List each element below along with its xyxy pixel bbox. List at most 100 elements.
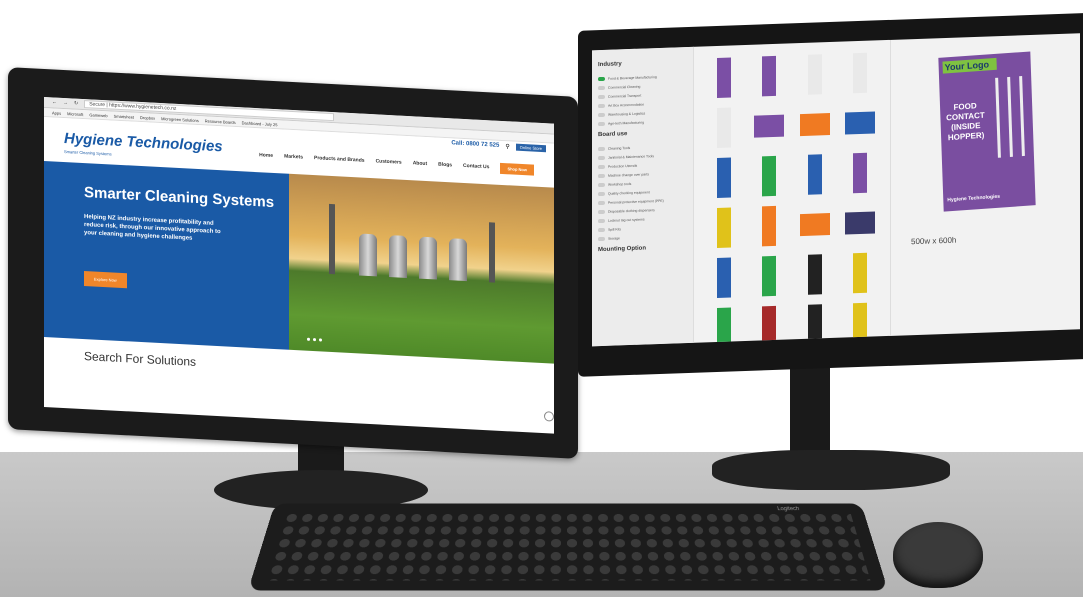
toggle-icon[interactable] — [598, 94, 605, 99]
toggle-icon[interactable] — [598, 209, 605, 214]
nav-about[interactable]: About — [413, 160, 427, 167]
left-monitor-screen: ← → ↻ Secure | https://www.hygienetech.c… — [44, 96, 554, 434]
bookmark-item[interactable]: Dropbox — [140, 114, 155, 120]
product-thumbnail[interactable] — [795, 152, 835, 197]
nav-contact[interactable]: Contact Us — [463, 163, 489, 170]
nav-home[interactable]: Home — [259, 152, 273, 159]
board-thumbnail — [853, 52, 868, 94]
silo — [358, 233, 377, 277]
forward-icon[interactable]: → — [63, 100, 68, 106]
product-thumbnail[interactable] — [704, 155, 744, 200]
search-icon[interactable]: ⚲ — [505, 143, 509, 150]
product-thumbnail[interactable] — [704, 205, 744, 250]
shop-now-button[interactable]: Shop Now — [500, 162, 534, 176]
nav-products[interactable]: Products and Brands — [314, 155, 365, 164]
toggle-icon[interactable] — [598, 85, 605, 90]
board-thumbnail — [762, 205, 777, 247]
toggle-icon[interactable] — [598, 227, 605, 232]
board-thumbnail — [762, 155, 777, 197]
silo — [388, 235, 407, 278]
toggle-icon[interactable] — [598, 103, 605, 108]
product-thumbnail[interactable] — [750, 153, 790, 198]
product-thumbnail[interactable] — [795, 252, 835, 297]
toggle-icon[interactable] — [598, 218, 605, 223]
board-thumbnail — [716, 107, 731, 148]
board-brand: Hygiene Technologies — [947, 193, 1001, 204]
power-icon[interactable] — [544, 411, 554, 422]
bookmark-item[interactable]: Apps — [52, 110, 61, 115]
board-thumbnail — [853, 302, 868, 344]
board-thumbnail — [716, 157, 731, 198]
product-thumbnail[interactable] — [841, 150, 881, 195]
board-thumbnail — [716, 257, 731, 298]
toggle-icon[interactable] — [598, 236, 605, 241]
board-thumbnail — [807, 54, 822, 95]
back-icon[interactable]: ← — [52, 99, 57, 105]
nav-markets[interactable]: Markets — [284, 154, 303, 161]
left-monitor: ← → ↻ Secure | https://www.hygienetech.c… — [8, 67, 578, 459]
product-thumbnail[interactable] — [841, 250, 881, 295]
product-thumbnail[interactable] — [795, 102, 835, 147]
mouse[interactable] — [893, 522, 983, 588]
product-thumbnail[interactable] — [795, 52, 835, 97]
hero-banner: Smarter Cleaning Systems Helping NZ indu… — [44, 160, 554, 364]
board-thumbnail — [799, 113, 830, 137]
carousel-dots[interactable] — [306, 337, 322, 342]
filter-item[interactable]: Storage — [598, 231, 687, 243]
bookmark-item[interactable]: Resource Boards — [205, 118, 236, 125]
product-thumbnail[interactable] — [841, 300, 881, 345]
board-thumbnail — [845, 211, 876, 235]
tool-shape — [1019, 76, 1025, 157]
filter-item[interactable]: Agri-tech Manufacturing — [598, 116, 687, 128]
product-thumbnail[interactable] — [750, 203, 790, 248]
toggle-icon[interactable] — [598, 191, 605, 196]
keyboard-brand: Logitech — [776, 506, 800, 512]
bookmark-item[interactable]: Microgreen Solutions — [161, 116, 199, 123]
online-store-button[interactable]: Online Store — [515, 143, 546, 152]
keyboard-keys[interactable] — [265, 511, 871, 581]
product-thumbnail[interactable] — [795, 202, 835, 247]
product-thumbnail[interactable] — [704, 55, 744, 100]
bookmark-item[interactable]: Smartsheet — [114, 113, 134, 119]
toggle-icon[interactable] — [598, 155, 605, 160]
explore-now-button[interactable]: Explore Now — [84, 271, 127, 289]
toggle-icon[interactable] — [598, 182, 605, 187]
board-thumbnail — [799, 213, 830, 237]
product-thumbnail[interactable] — [795, 302, 835, 346]
product-thumbnail[interactable] — [841, 50, 881, 95]
toggle-icon[interactable] — [598, 121, 605, 126]
shadow-board-preview[interactable]: Your Logo FOOD CONTACT (INSIDE HOPPER) H… — [938, 51, 1036, 212]
toggle-icon[interactable] — [598, 146, 605, 151]
bookmark-item[interactable]: Dashboard - July 25 — [242, 120, 278, 127]
reload-icon[interactable]: ↻ — [74, 101, 78, 107]
bookmark-item[interactable]: Microsoft — [67, 111, 83, 117]
product-thumbnail[interactable] — [750, 103, 790, 148]
product-thumbnail[interactable] — [750, 253, 790, 298]
phone-number[interactable]: Call: 0800 72 525 — [451, 140, 499, 149]
hero-text: Helping NZ industry increase profitabili… — [84, 214, 221, 242]
hero-image-silos — [288, 173, 554, 364]
product-thumbnail[interactable] — [841, 200, 881, 245]
keyboard[interactable]: Logitech — [247, 503, 889, 591]
board-thumbnail — [762, 305, 777, 347]
product-thumbnail[interactable] — [750, 53, 790, 98]
product-thumbnail[interactable] — [704, 105, 744, 150]
toggle-icon[interactable] — [598, 200, 605, 205]
board-label: FOOD CONTACT (INSIDE HOPPER) — [946, 101, 985, 143]
board-logo: Your Logo — [942, 57, 997, 74]
board-thumbnail — [853, 152, 868, 194]
product-thumbnail[interactable] — [750, 303, 790, 347]
product-thumbnail[interactable] — [704, 305, 744, 347]
bookmark-item[interactable]: Gameweb — [89, 112, 107, 118]
board-thumbnail — [716, 57, 731, 98]
nav-customers[interactable]: Customers — [376, 158, 402, 165]
toggle-icon[interactable] — [598, 164, 605, 169]
tool-shape — [995, 77, 1001, 158]
toggle-icon[interactable] — [598, 112, 605, 117]
site-logo[interactable]: Hygiene Technologies Smarter Cleaning Sy… — [64, 130, 223, 166]
toggle-icon[interactable] — [598, 173, 605, 178]
toggle-icon[interactable] — [598, 76, 605, 81]
nav-blogs[interactable]: Blogs — [438, 162, 452, 169]
product-thumbnail[interactable] — [841, 100, 881, 145]
product-thumbnail[interactable] — [704, 255, 744, 300]
